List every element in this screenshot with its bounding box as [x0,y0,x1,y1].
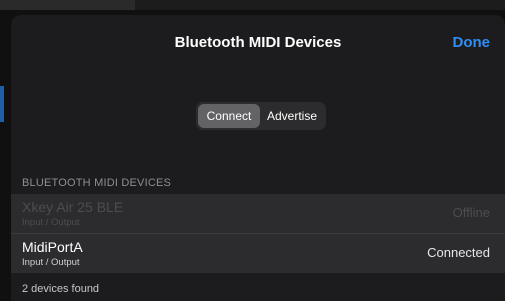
section-header: BLUETOOTH MIDI DEVICES [22,177,172,189]
segment-connect[interactable]: Connect [198,104,260,128]
devices-found-count: 2 devices found [22,283,100,295]
done-button[interactable]: Done [453,34,491,51]
device-list: Xkey Air 25 BLE Input / Output Offline M… [11,194,505,273]
device-status: Offline [452,205,490,220]
segment-advertise[interactable]: Advertise [260,104,324,128]
device-ports: Input / Output [22,257,80,268]
device-name: Xkey Air 25 BLE [22,199,124,215]
sheet-title: Bluetooth MIDI Devices [174,34,342,51]
device-status: Connected [427,245,490,260]
bluetooth-midi-sheet: Bluetooth MIDI Devices Done Connect Adve… [11,15,505,301]
device-ports: Input / Output [22,217,80,228]
device-row-xkey-air[interactable]: Xkey Air 25 BLE Input / Output Offline [11,194,505,234]
background-toolbar-segment [0,0,135,10]
device-name: MidiPortA [22,239,83,255]
mode-segmented-control: Connect Advertise [196,102,326,130]
device-row-midiporta[interactable]: MidiPortA Input / Output Connected [11,234,505,273]
background-accent-strip [0,86,4,122]
